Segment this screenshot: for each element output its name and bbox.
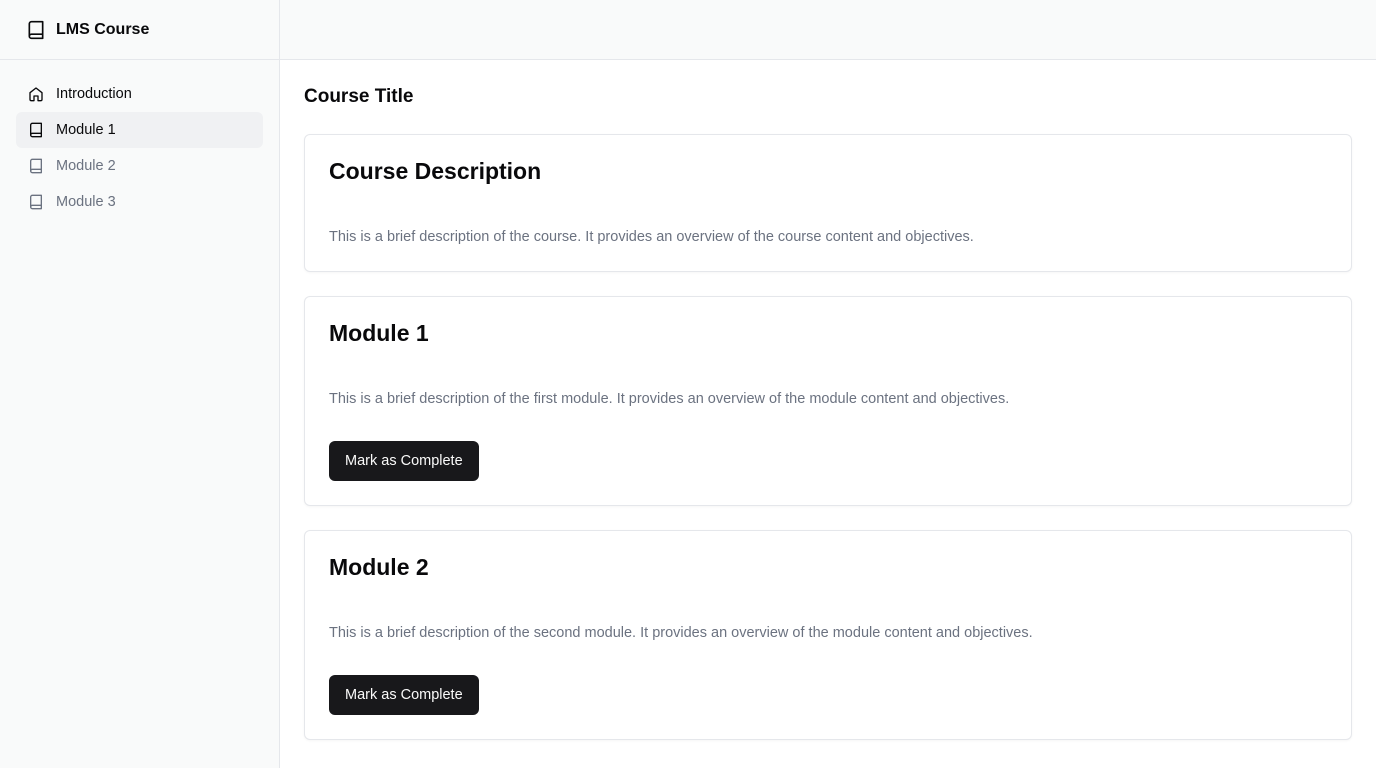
- top-bar: [280, 0, 1376, 60]
- card-description: This is a brief description of the first…: [329, 391, 1010, 407]
- app-root: LMS Course Introduction Module 1 Module …: [0, 0, 1376, 768]
- sidebar-item-introduction[interactable]: Introduction: [16, 76, 263, 112]
- book-icon: [28, 194, 44, 210]
- sidebar-item-label: Module 1: [56, 122, 116, 138]
- sidebar-item-label: Module 2: [56, 158, 116, 174]
- page-title: Course Title: [304, 86, 414, 107]
- mark-complete-button[interactable]: Mark as Complete: [329, 675, 479, 715]
- sidebar: LMS Course Introduction Module 1 Module …: [0, 0, 280, 768]
- card-title: Course Description: [329, 158, 542, 184]
- card-description: This is a brief description of the cours…: [329, 229, 974, 245]
- course-description-card: Course Description This is a brief descr…: [304, 134, 1352, 272]
- sidebar-item-label: Module 3: [56, 194, 116, 210]
- module-2-card: Module 2 This is a brief description of …: [304, 530, 1352, 740]
- brand-title: LMS Course: [56, 20, 150, 38]
- mark-complete-button[interactable]: Mark as Complete: [329, 441, 479, 481]
- brand[interactable]: LMS Course: [0, 0, 279, 60]
- sidebar-nav: Introduction Module 1 Module 2 Module 3: [0, 60, 279, 236]
- card-description: This is a brief description of the secon…: [329, 625, 1033, 641]
- sidebar-item-module-1[interactable]: Module 1: [16, 112, 263, 148]
- sidebar-item-label: Introduction: [56, 86, 132, 102]
- book-icon: [28, 122, 44, 138]
- sidebar-item-module-3[interactable]: Module 3: [16, 184, 263, 220]
- main-content: Course Title Course Description This is …: [280, 60, 1376, 764]
- module-1-card: Module 1 This is a brief description of …: [304, 296, 1352, 506]
- sidebar-item-module-2[interactable]: Module 2: [16, 148, 263, 184]
- card-title: Module 2: [329, 554, 429, 580]
- card-title: Module 1: [329, 320, 429, 346]
- book-icon: [28, 158, 44, 174]
- main-area: Course Title Course Description This is …: [280, 0, 1376, 768]
- home-icon: [28, 86, 44, 102]
- book-icon: [26, 20, 46, 40]
